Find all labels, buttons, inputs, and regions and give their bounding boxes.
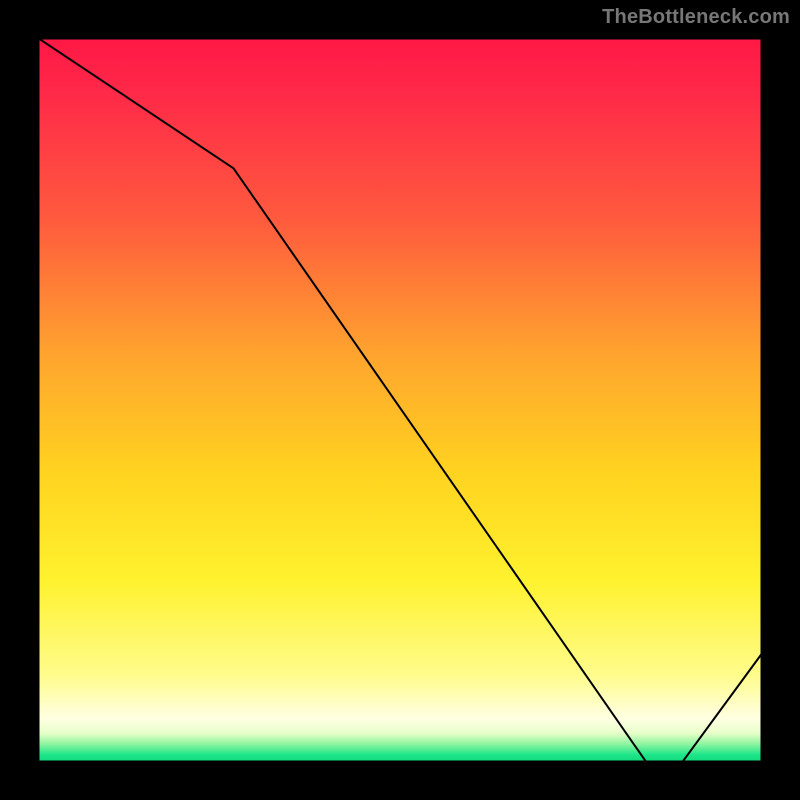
axis-frame — [0, 0, 800, 800]
watermark-text: TheBottleneck.com — [602, 6, 790, 29]
chart-frame: TheBottleneck.com — [0, 0, 800, 800]
